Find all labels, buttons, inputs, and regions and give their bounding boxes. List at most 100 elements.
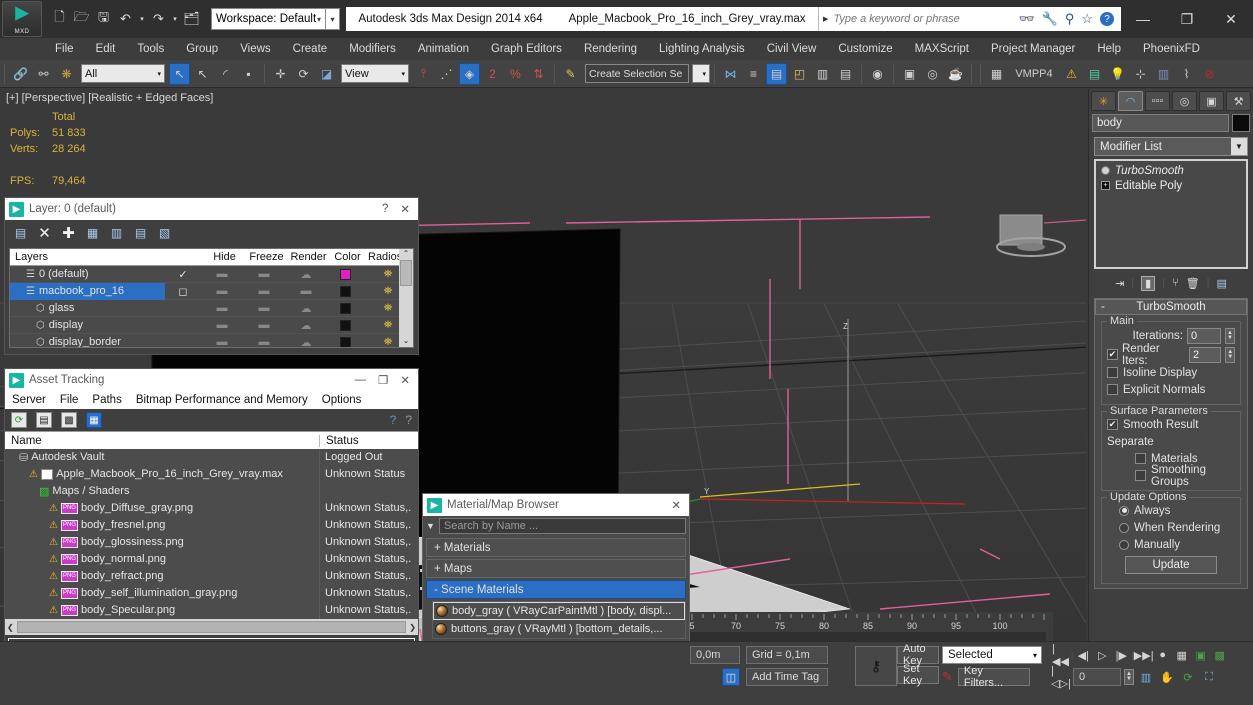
layer-color-swatch[interactable] xyxy=(327,268,363,280)
menu-item-help[interactable]: Help xyxy=(1086,38,1132,60)
render-production-icon[interactable]: ☕ xyxy=(945,63,966,85)
menu-item-phoenixfd[interactable]: PhoenixFD xyxy=(1132,38,1211,60)
browser-options-icon[interactable]: ▼ xyxy=(426,521,435,531)
separate-smoothing-groups-row[interactable]: Smoothing Groups xyxy=(1107,464,1235,488)
isoline-display-row[interactable]: Isoline Display xyxy=(1107,364,1235,381)
schematic-view-icon[interactable]: ▥ xyxy=(812,63,833,85)
vray-warning-icon[interactable]: ⚠ xyxy=(1061,63,1082,85)
menu-item-group[interactable]: Group xyxy=(175,38,229,60)
scroll-down-icon[interactable]: ⌄ xyxy=(403,336,410,345)
wrench-icon[interactable]: 🔧 xyxy=(1042,11,1058,27)
table-row[interactable]: ⚠ PNG body_Specular.png Unknown Status,. xyxy=(5,601,418,619)
orbit-icon[interactable]: ⟳ xyxy=(1179,668,1197,686)
layer-color-swatch[interactable] xyxy=(327,319,363,331)
menu-item-create[interactable]: Create xyxy=(282,38,339,60)
select-by-name-icon[interactable]: ↖ xyxy=(192,63,213,85)
menu-item-civil-view[interactable]: Civil View xyxy=(756,38,828,60)
selection-mode-dropdown[interactable]: Selected ▾ xyxy=(942,646,1042,664)
snaps-toggle-icon[interactable]: ◈ xyxy=(459,62,480,85)
vray-helper-icon[interactable]: ⊹ xyxy=(1130,63,1151,85)
hide-unhide-layer-icon[interactable]: ▤ xyxy=(132,225,149,242)
layer-freeze-toggle[interactable]: ▬ xyxy=(243,319,285,331)
material-editor-icon[interactable]: ◉ xyxy=(867,63,888,85)
object-color-swatch[interactable] xyxy=(1232,114,1250,132)
layer-render-toggle[interactable]: ☁ xyxy=(285,336,327,348)
pan-view-icon[interactable]: ✋ xyxy=(1158,668,1176,686)
open-file-icon[interactable]: 🗁 xyxy=(72,9,91,29)
table-row[interactable]: ⚠ Apple_Macbook_Pro_16_inch_Grey_vray.ma… xyxy=(5,465,418,483)
smooth-result-checkbox[interactable]: ✔ xyxy=(1107,419,1118,430)
redo-dropdown-icon[interactable]: ▾ xyxy=(171,10,179,29)
search-binoculars-icon[interactable]: 👓 xyxy=(1018,11,1034,27)
zoom-extents-icon[interactable]: ▣ xyxy=(1192,646,1210,664)
restore-button[interactable]: ❐ xyxy=(1165,0,1209,38)
menu-item-file[interactable]: File xyxy=(44,38,85,60)
help-question-icon[interactable]: ? xyxy=(1100,12,1114,26)
scroll-left-icon[interactable]: ❮ xyxy=(7,623,14,632)
search-input[interactable] xyxy=(833,13,1012,25)
menu-item-rendering[interactable]: Rendering xyxy=(573,38,648,60)
scrollbar-thumb[interactable] xyxy=(400,260,412,286)
modify-tab[interactable]: ◠ xyxy=(1118,91,1143,111)
named-selection-set-field[interactable]: Create Selection Se xyxy=(585,64,689,83)
layer-hide-toggle[interactable]: ▬ xyxy=(201,302,243,314)
absolute-relative-toggle-icon[interactable]: ◫ xyxy=(722,668,740,686)
key-icon[interactable]: ⚷ xyxy=(855,646,897,686)
update-when-rendering-row[interactable]: When Rendering xyxy=(1107,519,1235,536)
select-and-manipulate-icon[interactable]: ⋰ xyxy=(436,63,457,85)
auto-key-button[interactable]: Auto Key xyxy=(897,643,939,667)
align-icon[interactable]: ≡ xyxy=(743,63,764,85)
play-animation-icon[interactable]: ▷ xyxy=(1093,646,1111,664)
select-object-icon[interactable]: ↖ xyxy=(169,62,190,85)
workspace-more-icon[interactable]: ▾ xyxy=(326,8,340,30)
app-logo[interactable]: ▶ MXD xyxy=(2,1,42,37)
layer-freeze-toggle[interactable]: ▬ xyxy=(243,336,285,347)
time-configuration-icon[interactable]: ▦ xyxy=(1173,646,1191,664)
next-frame-icon[interactable]: |▶ xyxy=(1112,646,1130,664)
menu-item-edit[interactable]: Edit xyxy=(85,38,127,60)
layer-freeze-toggle[interactable]: ▬ xyxy=(243,268,285,280)
list-item[interactable]: buttons_gray ( VRayMtl ) [bottom_details… xyxy=(433,620,685,638)
layer-color-swatch[interactable] xyxy=(327,302,363,314)
isoline-display-checkbox[interactable] xyxy=(1107,367,1118,378)
key-mode-toggle-icon[interactable]: ● xyxy=(1154,646,1172,664)
pin-stack-icon[interactable]: ⇥ xyxy=(1115,277,1124,290)
render-iters-checkbox[interactable]: ✔ xyxy=(1107,349,1118,360)
named-selection-dropdown[interactable]: ▾ xyxy=(692,64,710,83)
maximize-viewport-icon[interactable]: ⛶ xyxy=(1200,668,1218,686)
update-manually-row[interactable]: Manually xyxy=(1107,536,1235,553)
time-config-icon[interactable]: ▥ xyxy=(1137,668,1155,686)
refresh-icon[interactable]: ⟳ xyxy=(11,412,27,428)
select-and-scale-icon[interactable]: ◪ xyxy=(316,63,337,85)
layer-render-toggle[interactable]: ☁ xyxy=(285,302,327,315)
scrollbar-thumb[interactable] xyxy=(16,621,407,633)
table-row[interactable]: ☰ macbook_pro_16 ◻ ▬ ▬ ▬ ⛯ xyxy=(10,282,413,300)
table-row[interactable]: ▨ Maps / Shaders xyxy=(5,482,418,500)
set-project-folder-icon[interactable]: 🗂 xyxy=(182,10,201,29)
group-materials[interactable]: + Materials xyxy=(426,538,686,557)
previous-frame-icon[interactable]: ◀| xyxy=(1074,646,1092,664)
explicit-normals-checkbox[interactable] xyxy=(1107,384,1118,395)
table-row[interactable]: ⬡ glass ▬ ▬ ☁ ⛯ xyxy=(10,300,413,317)
table-row[interactable]: ⚠ PNG body_refract.png Unknown Status,. xyxy=(5,567,418,585)
current-frame-indicator-icon[interactable]: |◁▷| xyxy=(1051,665,1071,690)
modifier-stack-item-turbosmooth[interactable]: TurboSmooth xyxy=(1098,163,1244,178)
add-time-tag-button[interactable]: Add Time Tag xyxy=(746,668,828,686)
close-button[interactable]: ✕ xyxy=(400,373,410,387)
minimize-button[interactable]: — xyxy=(1121,0,1165,38)
zoom-extents-all-icon[interactable]: ▩ xyxy=(1211,646,1229,664)
vray-light-icon[interactable]: 💡 xyxy=(1107,63,1128,85)
rendered-frame-window-icon[interactable]: ◎ xyxy=(922,63,943,85)
help-icon[interactable]: ? xyxy=(382,203,388,215)
angle-snap-icon[interactable]: 2 xyxy=(482,63,503,85)
select-objects-in-layer-icon[interactable]: ▦ xyxy=(84,225,101,242)
make-unique-icon[interactable]: ⑂ xyxy=(1172,277,1179,289)
create-new-layer-icon[interactable]: ▤ xyxy=(12,225,29,242)
layer-current-toggle[interactable]: ✓ xyxy=(165,268,201,281)
layer-render-toggle[interactable]: ☁ xyxy=(285,319,327,332)
undo-icon[interactable]: ↶ xyxy=(116,10,135,29)
menu-item-graph-editors[interactable]: Graph Editors xyxy=(480,38,573,60)
thumbnail-view-icon[interactable]: ▩ xyxy=(61,412,77,428)
layer-manager-icon[interactable]: ▤ xyxy=(766,62,787,85)
set-key-button[interactable]: Set Key xyxy=(897,663,939,687)
